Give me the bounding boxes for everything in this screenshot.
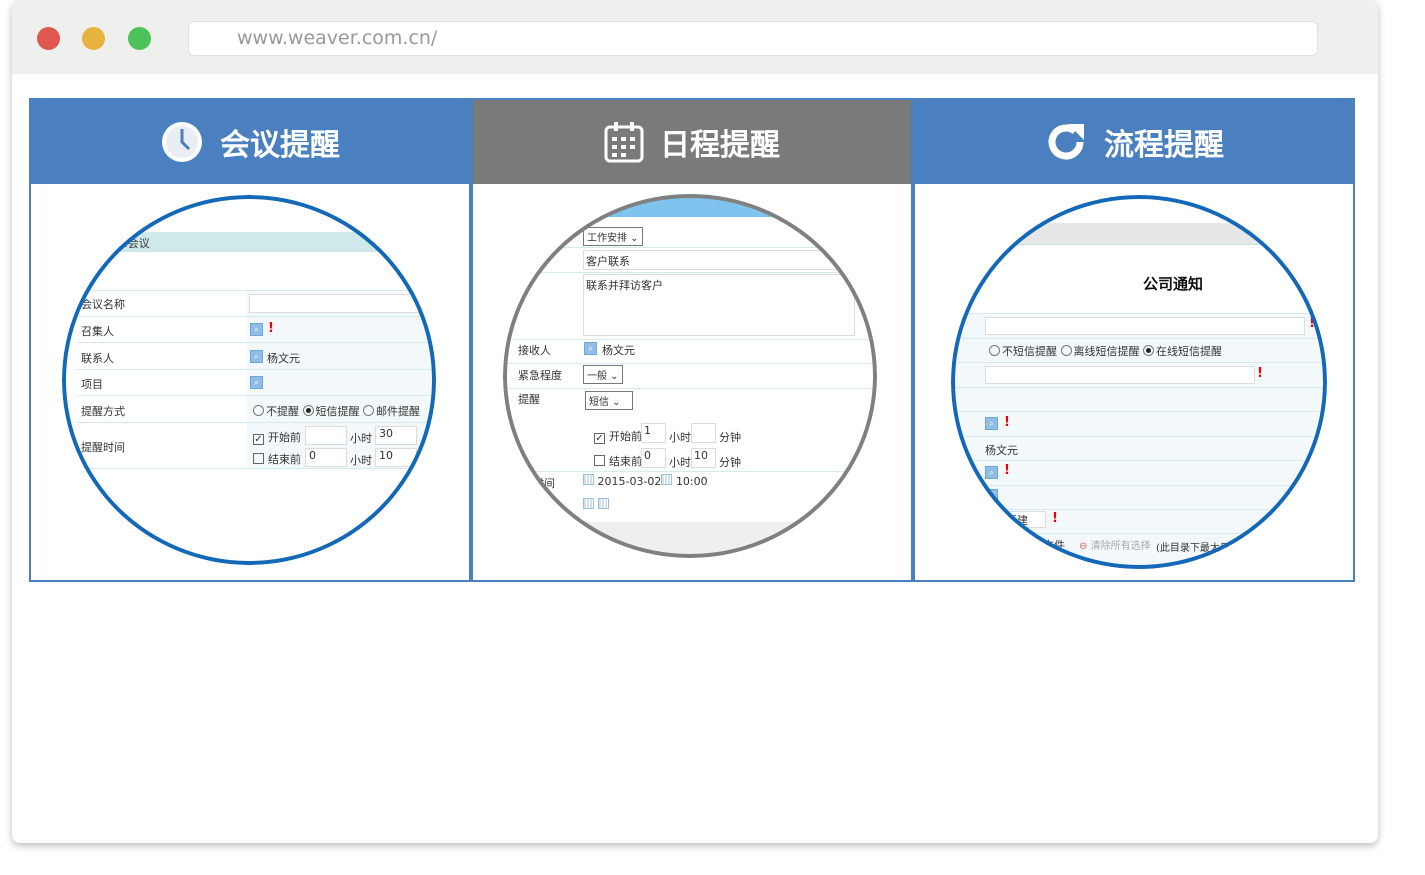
before-end-row: 结束前 — [594, 453, 642, 469]
label-project: 项目 — [81, 378, 103, 391]
title-input[interactable] — [985, 317, 1305, 335]
directory-note: (此目录下最大只 — [1156, 543, 1230, 554]
start-hours-input[interactable] — [305, 426, 347, 445]
before-start-row: ✓ 开始前 — [594, 430, 642, 444]
remind-select[interactable]: 短信 ⌄ — [585, 391, 633, 410]
end-datetime-row — [583, 498, 609, 512]
person-value: 杨文元 — [985, 444, 1018, 457]
title-input[interactable]: 客户联系 — [583, 250, 873, 270]
start-minutes-input[interactable]: 30 — [375, 426, 417, 445]
urgency-select[interactable]: 一般 ⌄ — [583, 365, 623, 384]
hour-label: 小时 — [669, 456, 691, 469]
search-icon[interactable]: ⌕ — [985, 489, 998, 502]
hour-label: 小时 — [350, 432, 372, 445]
start-minutes-input[interactable] — [691, 423, 716, 443]
contact-value: 杨文元 — [267, 352, 300, 365]
end-minutes-input[interactable]: 10 — [375, 448, 417, 467]
before-start-checkbox[interactable]: ✓ — [253, 434, 264, 445]
search-icon[interactable]: ⌕ — [985, 466, 998, 479]
minimize-window-button[interactable] — [82, 27, 105, 50]
required-icon: ! — [1004, 415, 1010, 430]
label-receiver: 接收人 — [518, 344, 551, 357]
file-label: 文件 — [1043, 539, 1065, 552]
start-hours-input[interactable]: 1 — [641, 423, 666, 443]
search-icon[interactable]: ⌕ — [250, 323, 263, 336]
before-end-row: 结束前 — [253, 451, 301, 467]
hour-label: 小时 — [669, 431, 691, 444]
panel-title: 日程提醒 — [660, 128, 780, 163]
end-minutes-input[interactable]: 10 — [691, 448, 716, 468]
panel-header: 日程提醒 — [473, 100, 911, 184]
before-end-checkbox[interactable] — [253, 453, 264, 464]
required-icon: ! — [1309, 316, 1315, 331]
label-caller: 召集人 — [81, 325, 114, 338]
remind-method-radios: 不提醒 短信提醒 邮件提醒 — [253, 403, 420, 419]
before-end-checkbox[interactable] — [594, 455, 605, 466]
search-icon[interactable]: ⌕ — [250, 350, 263, 363]
type-select[interactable]: 工作安排 ⌄ — [583, 227, 643, 246]
text-input[interactable] — [985, 366, 1255, 384]
hour-label: 小时 — [350, 454, 372, 467]
form-title: 公司通知 — [1143, 275, 1204, 293]
refresh-icon — [1048, 124, 1084, 160]
minute-label: 分钟 — [719, 456, 741, 469]
receiver-value: 杨文元 — [602, 344, 635, 357]
radio-email-remind[interactable]: 邮件提醒 — [363, 405, 420, 418]
radio-online-sms[interactable]: 在线短信提醒 — [1143, 345, 1222, 358]
search-icon[interactable]: ⌕ — [985, 417, 998, 430]
content-textarea[interactable]: 联系并拜访客户 — [583, 274, 855, 336]
before-start-checkbox[interactable]: ✓ — [594, 433, 605, 444]
before-start-row: ✓ 开始前 — [253, 431, 301, 445]
datetime-row: 2015-03-02 10:00 — [583, 474, 708, 488]
meeting-name-input[interactable] — [249, 294, 429, 313]
address-bar[interactable]: www.weaver.com.cn/ — [188, 21, 1318, 56]
form-header: 新建:会议 — [102, 237, 150, 250]
clear-all-button[interactable]: ⊖ 清除所有选择 — [1079, 537, 1151, 552]
panel-meeting-reminder: 会议提醒 新建:会议 会议名称 召集人 ⌕ ! 联系人 ⌕ 杨文元 项目 ⌕ 提… — [29, 98, 471, 582]
sms-remind-radios: 不短信提醒 离线短信提醒 在线短信提醒 — [989, 343, 1222, 359]
time-value: 10:00 — [675, 475, 708, 488]
calendar-icon[interactable] — [583, 498, 594, 509]
panel-title: 流程提醒 — [1104, 128, 1224, 163]
end-hours-input[interactable]: 0 — [305, 448, 347, 467]
label-remind-time: 提醒时间 — [81, 441, 125, 454]
radio-no-remind[interactable]: 不提醒 — [253, 405, 299, 418]
browser-toolbar: www.weaver.com.cn/ — [12, 0, 1378, 74]
schedule-form-magnifier: 工作安排 ⌄ 客户联系 联系并拜访客户 接收人 ⌕ 杨文元 紧急程度 一般 ⌄ … — [503, 194, 877, 558]
required-icon: ! — [1052, 511, 1058, 526]
panel-schedule-reminder: 日程提醒 工作安排 ⌄ 客户联系 联系并拜访客户 接收人 ⌕ 杨文元 紧急程度 … — [471, 98, 913, 582]
required-icon: ! — [1004, 463, 1010, 478]
meeting-form-magnifier: 新建:会议 会议名称 召集人 ⌕ ! 联系人 ⌕ 杨文元 项目 ⌕ 提醒方式 不… — [62, 195, 436, 565]
radio-offline-sms[interactable]: 离线短信提醒 — [1060, 345, 1140, 358]
new-button[interactable]: 新建 — [991, 511, 1046, 528]
workflow-form-magnifier: 公司通知 ! 不短信提醒 离线短信提醒 在线短信提醒 ! ⌕ ! 杨文元 ⌕ !… — [951, 195, 1327, 569]
clock-picker-icon[interactable] — [597, 498, 609, 509]
panel-header: 会议提醒 — [31, 100, 469, 184]
required-icon: ! — [1257, 366, 1263, 381]
radio-sms-remind[interactable]: 短信提醒 — [302, 405, 360, 418]
label-remind: 提醒 — [518, 393, 540, 406]
label-contact: 联系人 — [81, 352, 114, 365]
close-window-button[interactable] — [37, 27, 60, 50]
required-icon: ! — [268, 321, 274, 336]
minus-circle-icon: ⊖ — [1079, 541, 1088, 552]
panel-header: 流程提醒 — [915, 100, 1353, 184]
clock-picker-icon[interactable] — [661, 474, 673, 485]
minute-label: 分钟 — [719, 431, 741, 444]
date-value: 2015-03-02 — [597, 475, 662, 488]
clock-icon — [162, 122, 202, 162]
maximize-window-button[interactable] — [128, 27, 151, 50]
search-icon[interactable]: ⌕ — [250, 376, 263, 389]
label-time: 时间 — [533, 477, 555, 490]
calendar-icon — [604, 122, 644, 163]
label-urgency: 紧急程度 — [518, 369, 562, 382]
radio-no-sms[interactable]: 不短信提醒 — [989, 345, 1057, 358]
calendar-icon[interactable] — [583, 474, 594, 485]
end-hours-input[interactable]: 0 — [641, 448, 666, 468]
panel-workflow-reminder: 流程提醒 公司通知 ! 不短信提醒 离线短信提醒 在线短信提醒 ! ⌕ ! 杨文… — [913, 98, 1355, 582]
panel-title: 会议提醒 — [220, 128, 340, 163]
search-icon[interactable]: ⌕ — [584, 342, 597, 355]
label-meeting-name: 会议名称 — [81, 298, 125, 311]
label-remind-method: 提醒方式 — [81, 405, 125, 418]
